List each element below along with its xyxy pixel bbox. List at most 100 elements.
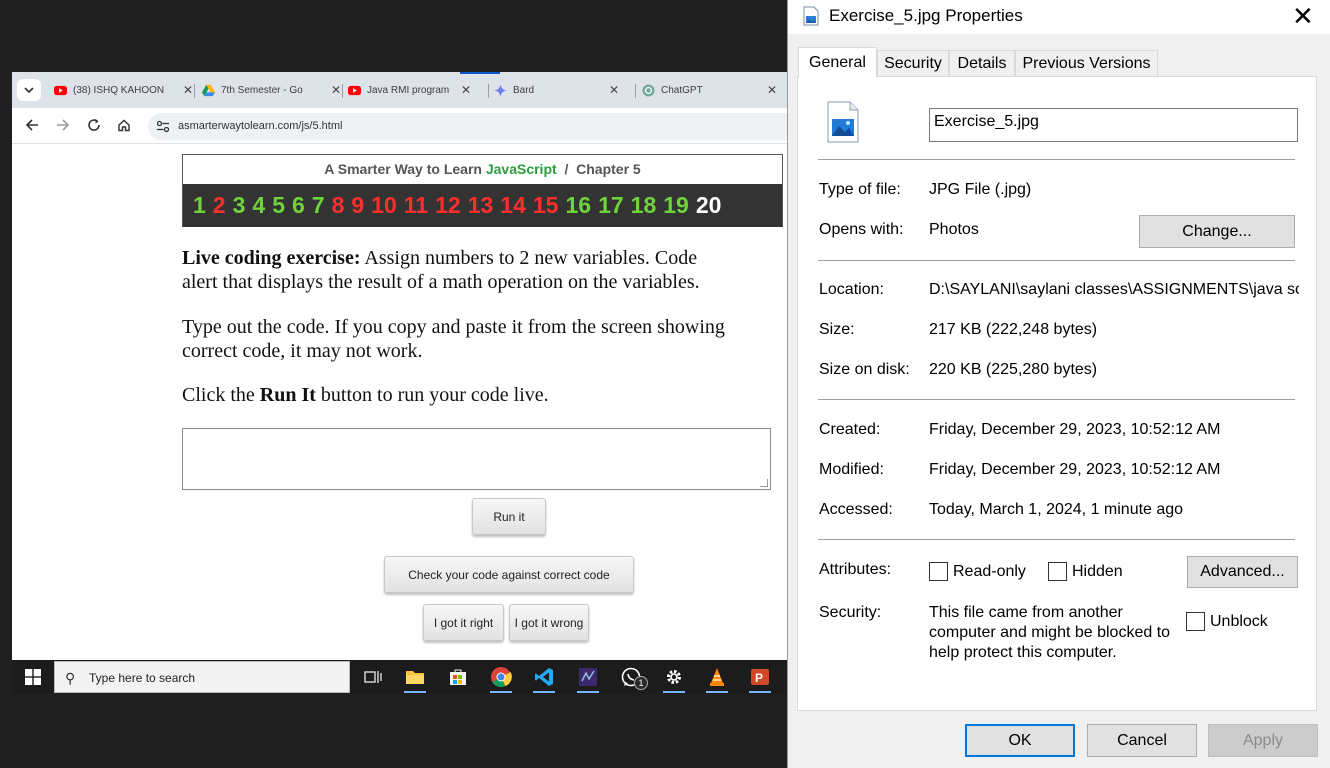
chapter-link-8[interactable]: 8 xyxy=(332,192,345,219)
tab-strip: (38) ISHQ KAHOON ✕ 7th Semester - Go ✕ J… xyxy=(12,72,787,108)
chapter-link-13[interactable]: 13 xyxy=(468,192,494,219)
opens-with-label: Opens with: xyxy=(819,221,904,238)
chapter-link-10[interactable]: 10 xyxy=(371,192,397,219)
chapter-link-14[interactable]: 14 xyxy=(500,192,526,219)
chapter-header: A Smarter Way to Learn JavaScript / Chap… xyxy=(183,155,782,184)
address-bar[interactable]: asmarterwaytolearn.com/js/5.html xyxy=(148,113,787,140)
created-label: Created: xyxy=(819,421,881,438)
tab-details[interactable]: Details xyxy=(949,50,1015,77)
reload-icon[interactable] xyxy=(86,118,102,134)
chapter-link-6[interactable]: 6 xyxy=(292,192,305,219)
read-only-label: Read-only xyxy=(953,563,1026,580)
tab-label: 7th Semester - Go xyxy=(221,84,303,96)
close-icon[interactable]: ✕ xyxy=(183,83,193,97)
got-it-right-button[interactable]: I got it right xyxy=(423,604,504,641)
close-icon[interactable]: ✕ xyxy=(767,83,777,97)
chapter-link-1[interactable]: 1 xyxy=(193,192,206,219)
chapter-link-20[interactable]: 20 xyxy=(696,192,722,219)
click-pre: Click the xyxy=(182,384,260,406)
tab-youtube-ishq[interactable]: (38) ISHQ KAHOON ✕ xyxy=(54,78,193,102)
task-view-icon[interactable] xyxy=(362,666,384,688)
chapter-link-5[interactable]: 5 xyxy=(272,192,285,219)
chapter-link-2[interactable]: 2 xyxy=(213,192,226,219)
tab-youtube-java-rmi[interactable]: Java RMI program ✕ xyxy=(348,78,471,102)
resize-handle[interactable] xyxy=(760,479,768,487)
chapter-link-15[interactable]: 15 xyxy=(533,192,559,219)
close-icon[interactable]: ✕ xyxy=(609,83,619,97)
ok-button[interactable]: OK xyxy=(965,724,1075,757)
close-icon[interactable]: ✕ xyxy=(461,83,471,97)
tab-google-drive[interactable]: 7th Semester - Go ✕ xyxy=(202,78,341,102)
chapter-link-4[interactable]: 4 xyxy=(252,192,265,219)
run-it-button[interactable]: Run it xyxy=(472,498,546,535)
type-label: Type of file: xyxy=(819,181,901,198)
created-value: Friday, December 29, 2023, 10:52:12 AM xyxy=(929,421,1221,438)
modified-label: Modified: xyxy=(819,461,884,478)
powerpoint-icon[interactable]: P xyxy=(749,666,771,688)
youtube-icon xyxy=(54,85,67,95)
apply-button[interactable]: Apply xyxy=(1208,724,1318,757)
chapter-link-16[interactable]: 16 xyxy=(565,192,591,219)
tab-general[interactable]: General xyxy=(798,47,877,78)
chapter-navigator: A Smarter Way to Learn JavaScript / Chap… xyxy=(182,154,783,227)
change-button[interactable]: Change... xyxy=(1139,215,1295,248)
chapter-link-3[interactable]: 3 xyxy=(233,192,246,219)
back-icon[interactable] xyxy=(24,118,40,134)
hidden-checkbox[interactable] xyxy=(1048,562,1067,581)
chatgpt-icon xyxy=(642,83,655,97)
tab-previous-versions[interactable]: Previous Versions xyxy=(1015,50,1158,77)
header-suffix: / Chapter 5 xyxy=(556,161,641,177)
browser-window: (38) ISHQ KAHOON ✕ 7th Semester - Go ✕ J… xyxy=(12,72,787,693)
type-value: JPG File (.jpg) xyxy=(929,181,1032,198)
close-icon[interactable]: ✕ xyxy=(1292,2,1314,30)
taskbar-search[interactable]: ⚲ Type here to search xyxy=(54,661,350,693)
cancel-button[interactable]: Cancel xyxy=(1087,724,1197,757)
chrome-icon[interactable] xyxy=(490,666,512,688)
tab-label: Java RMI program xyxy=(367,84,450,96)
got-it-wrong-button[interactable]: I got it wrong xyxy=(509,604,589,641)
vscode-icon[interactable] xyxy=(533,666,555,688)
tab-search-button[interactable] xyxy=(17,79,41,101)
exercise-line-1: Assign numbers to 2 new variables. Code xyxy=(360,247,698,269)
vlc-icon[interactable] xyxy=(706,666,728,688)
tab-bard[interactable]: Bard ✕ xyxy=(494,78,619,102)
file-explorer-icon[interactable] xyxy=(404,666,426,688)
settings-gear-icon[interactable] xyxy=(663,666,685,688)
exercise-line-2: alert that displays the result of a math… xyxy=(182,271,700,293)
running-indicator xyxy=(533,691,555,693)
chapter-link-12[interactable]: 12 xyxy=(435,192,461,219)
google-drive-icon xyxy=(202,84,215,96)
windows-start-icon[interactable] xyxy=(25,669,41,685)
read-only-checkbox[interactable] xyxy=(929,562,948,581)
hidden-label: Hidden xyxy=(1072,563,1123,580)
running-indicator xyxy=(490,691,512,693)
unblock-checkbox[interactable] xyxy=(1186,612,1205,631)
chapter-link-18[interactable]: 18 xyxy=(631,192,657,219)
close-icon[interactable]: ✕ xyxy=(331,83,341,97)
home-icon[interactable] xyxy=(116,118,132,134)
url-text: asmarterwaytolearn.com/js/5.html xyxy=(178,120,343,132)
tab-chatgpt[interactable]: ChatGPT ✕ xyxy=(642,78,777,102)
header-brand: JavaScript xyxy=(485,161,557,177)
site-info-icon[interactable] xyxy=(156,120,170,133)
accessed-value: Today, March 1, 2024, 1 minute ago xyxy=(929,501,1184,518)
forward-icon[interactable] xyxy=(55,118,71,134)
chapter-link-19[interactable]: 19 xyxy=(663,192,689,219)
web-page: A Smarter Way to Learn JavaScript / Chap… xyxy=(12,145,787,693)
filename-field[interactable]: Exercise_5.jpg xyxy=(929,108,1298,142)
chapter-link-17[interactable]: 17 xyxy=(598,192,624,219)
check-code-button[interactable]: Check your code against correct code xyxy=(384,556,634,593)
opens-with-value: Photos xyxy=(929,221,979,238)
code-input[interactable] xyxy=(182,428,771,490)
chapter-link-7[interactable]: 7 xyxy=(312,192,325,219)
search-placeholder: Type here to search xyxy=(89,671,196,685)
chapter-link-11[interactable]: 11 xyxy=(404,192,428,219)
app-icon[interactable] xyxy=(577,666,599,688)
microsoft-store-icon[interactable] xyxy=(447,666,469,688)
exercise-title: Live coding exercise: xyxy=(182,247,361,269)
tab-security[interactable]: Security xyxy=(877,50,949,77)
size-on-disk-label: Size on disk: xyxy=(819,361,910,378)
general-panel: Exercise_5.jpg Type of file: JPG File (.… xyxy=(797,76,1317,711)
advanced-button[interactable]: Advanced... xyxy=(1187,556,1298,588)
chapter-link-9[interactable]: 9 xyxy=(351,192,364,219)
